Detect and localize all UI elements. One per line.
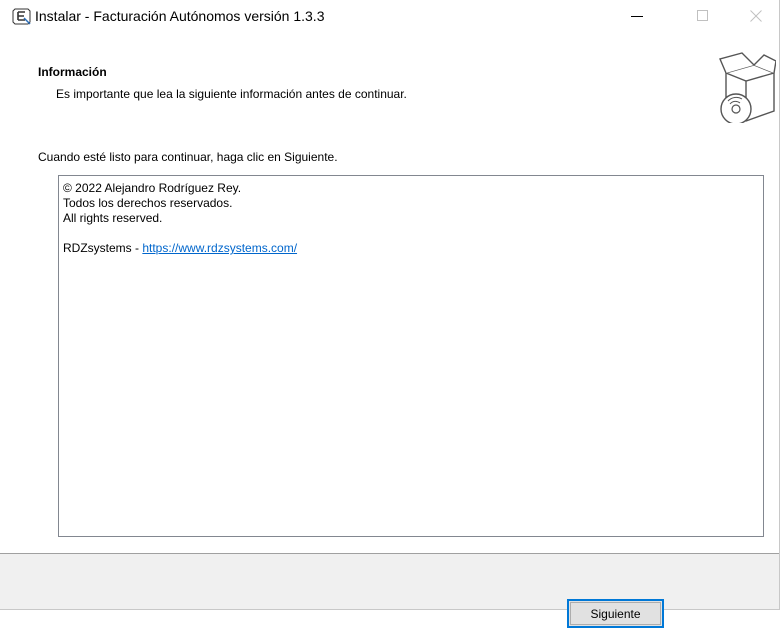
wizard-footer: Siguiente [0, 554, 779, 628]
minimize-icon [631, 15, 643, 17]
company-website-link[interactable]: https://www.rdzsystems.com/ [142, 241, 297, 255]
page-subtitle: Es importante que lea la siguiente infor… [56, 87, 407, 101]
minimize-button[interactable] [614, 0, 660, 31]
continue-instructions: Cuando esté listo para continuar, haga c… [38, 150, 338, 164]
next-button-label: Siguiente [590, 606, 641, 621]
window-title: Instalar - Facturación Autónomos versión… [35, 8, 325, 24]
company-line: RDZsystems - https://www.rdzsystems.com/ [63, 241, 759, 256]
rights-reserved-es: Todos los derechos reservados. [63, 196, 233, 210]
close-icon [750, 9, 762, 22]
wizard-header: Información Es importante que lea la sig… [0, 31, 779, 128]
installer-app-icon [12, 7, 32, 25]
maximize-icon [697, 9, 708, 21]
info-memo[interactable]: © 2022 Alejandro Rodríguez Rey. Todos lo… [58, 175, 764, 537]
maximize-button[interactable] [680, 0, 726, 31]
page-title: Información [38, 65, 107, 79]
copyright-line: © 2022 Alejandro Rodríguez Rey. [63, 181, 242, 195]
software-box-cd-icon [716, 51, 777, 125]
rights-reserved-en: All rights reserved. [63, 211, 163, 225]
title-bar[interactable]: Instalar - Facturación Autónomos versión… [0, 0, 779, 31]
installer-window: Instalar - Facturación Autónomos versión… [0, 0, 780, 628]
next-button[interactable]: Siguiente [567, 599, 664, 628]
close-button[interactable] [733, 0, 779, 31]
company-name: RDZsystems - [63, 241, 143, 255]
